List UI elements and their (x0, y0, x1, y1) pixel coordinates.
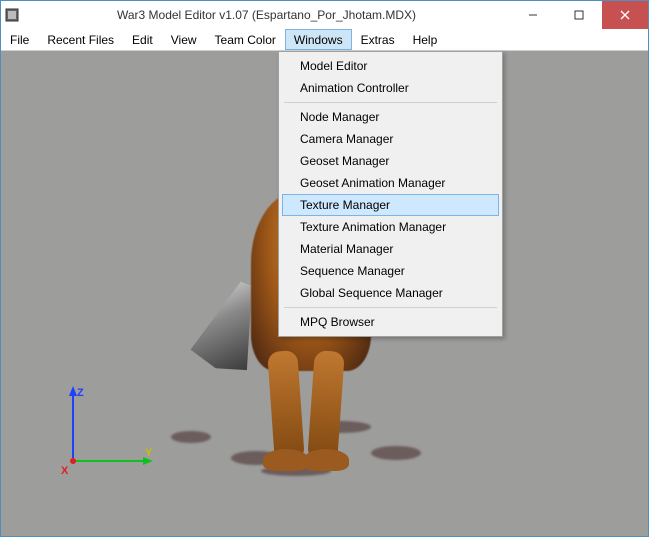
windows-dropdown: Model Editor Animation Controller Node M… (278, 51, 503, 337)
menu-separator (284, 102, 497, 103)
axis-z-label: Z (77, 387, 84, 399)
menu-view[interactable]: View (162, 29, 206, 50)
menu-item-material-manager[interactable]: Material Manager (282, 238, 499, 260)
model-foot (303, 449, 349, 471)
menu-item-geoset-manager[interactable]: Geoset Manager (282, 150, 499, 172)
menu-item-texture-animation-manager[interactable]: Texture Animation Manager (282, 216, 499, 238)
menu-item-geoset-animation-manager[interactable]: Geoset Animation Manager (282, 172, 499, 194)
menu-item-texture-manager[interactable]: Texture Manager (282, 194, 499, 216)
menu-windows[interactable]: Windows (285, 29, 352, 50)
menu-help[interactable]: Help (404, 29, 447, 50)
menu-item-model-editor[interactable]: Model Editor (282, 55, 499, 77)
menu-item-camera-manager[interactable]: Camera Manager (282, 128, 499, 150)
app-icon (1, 1, 23, 29)
window-title: War3 Model Editor v1.07 (Espartano_Por_J… (23, 1, 510, 29)
menu-item-global-sequence-manager[interactable]: Global Sequence Manager (282, 282, 499, 304)
menu-file[interactable]: File (1, 29, 38, 50)
menu-item-node-manager[interactable]: Node Manager (282, 106, 499, 128)
menu-recent-files[interactable]: Recent Files (38, 29, 123, 50)
axis-y-label: Y (145, 447, 153, 459)
menu-edit[interactable]: Edit (123, 29, 162, 50)
menu-team-color[interactable]: Team Color (206, 29, 285, 50)
menubar: File Recent Files Edit View Team Color W… (1, 29, 648, 51)
maximize-button[interactable] (556, 1, 602, 29)
axis-x-label: X (61, 465, 69, 477)
menu-item-animation-controller[interactable]: Animation Controller (282, 77, 499, 99)
close-button[interactable] (602, 1, 648, 29)
menu-separator (284, 307, 497, 308)
menu-item-sequence-manager[interactable]: Sequence Manager (282, 260, 499, 282)
menu-extras[interactable]: Extras (352, 29, 404, 50)
titlebar[interactable]: War3 Model Editor v1.07 (Espartano_Por_J… (1, 1, 648, 29)
menu-item-mpq-browser[interactable]: MPQ Browser (282, 311, 499, 333)
axis-gizmo: Z Y X (53, 386, 153, 476)
app-window: War3 Model Editor v1.07 (Espartano_Por_J… (0, 0, 649, 537)
window-controls (510, 1, 648, 29)
minimize-button[interactable] (510, 1, 556, 29)
viewport-3d[interactable]: Z Y X Model Editor Animation Controller … (1, 51, 648, 536)
